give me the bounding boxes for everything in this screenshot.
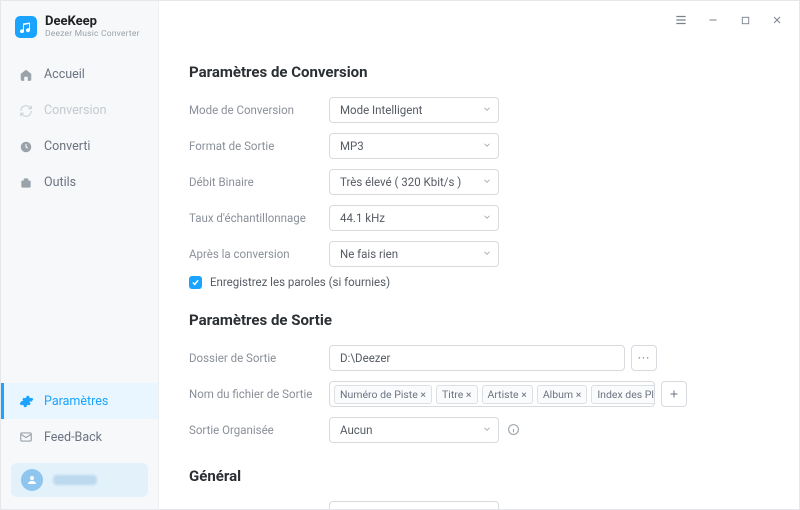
tag-track-number[interactable]: Numéro de Piste × — [334, 385, 432, 404]
sidebar-nav: Accueil Conversion Converti Outils — [1, 57, 158, 201]
chevron-down-icon — [482, 139, 492, 153]
filename-tagbox[interactable]: Numéro de Piste × Titre × Artiste × Albu… — [329, 381, 655, 407]
label-format: Format de Sortie — [189, 139, 329, 153]
select-organized[interactable]: Aucun — [329, 417, 499, 443]
label-organized: Sortie Organisée — [189, 423, 329, 437]
section-output: Paramètres de Sortie Dossier de Sortie D… — [189, 311, 769, 445]
select-value: Claire — [340, 507, 369, 509]
checkbox-save-lyrics[interactable] — [189, 276, 202, 289]
select-format[interactable]: MP3 — [329, 133, 499, 159]
section-general: Général Apparence Claire — [189, 467, 769, 509]
sidebar-item-settings[interactable]: Paramètres — [1, 383, 158, 419]
toolbox-icon — [18, 175, 34, 191]
menu-icon[interactable] — [671, 10, 691, 30]
home-icon — [18, 67, 34, 83]
sidebar-item-converted[interactable]: Converti — [1, 129, 158, 165]
select-value: MP3 — [340, 139, 364, 153]
brand: DeeKeep Deezer Music Converter — [1, 1, 158, 53]
checkbox-label: Enregistrez les paroles (si fournies) — [210, 275, 390, 289]
sidebar-item-feedback[interactable]: Feed-Back — [1, 419, 158, 455]
chevron-down-icon — [482, 247, 492, 261]
select-bitrate[interactable]: Très élevé ( 320 Kbit/s ) — [329, 169, 499, 195]
sidebar-item-label: Converti — [44, 139, 90, 154]
refresh-icon — [18, 103, 34, 119]
app-logo-icon — [15, 16, 37, 38]
app-name: DeeKeep — [45, 15, 140, 28]
label-samplerate: Taux d'échantillonnage — [189, 211, 329, 225]
profile-chip[interactable] — [11, 463, 148, 497]
section-title-output: Paramètres de Sortie — [189, 311, 769, 329]
add-tag-button[interactable] — [661, 381, 687, 407]
close-icon[interactable] — [767, 10, 787, 30]
maximize-icon[interactable] — [735, 10, 755, 30]
chevron-down-icon — [482, 507, 492, 509]
main-content: Paramètres de Conversion Mode de Convers… — [159, 1, 799, 509]
sidebar-item-label: Accueil — [44, 67, 85, 82]
sidebar-item-home[interactable]: Accueil — [1, 57, 158, 93]
tag-artist[interactable]: Artiste × — [482, 385, 533, 404]
section-title-conversion: Paramètres de Conversion — [189, 63, 769, 81]
gear-icon — [18, 393, 34, 409]
app-subtitle: Deezer Music Converter — [45, 30, 140, 39]
input-output-folder[interactable]: D:\Deezer — [329, 345, 625, 371]
browse-button[interactable]: ··· — [631, 345, 657, 371]
section-conversion: Paramètres de Conversion Mode de Convers… — [189, 63, 769, 289]
minimize-icon[interactable] — [703, 10, 723, 30]
select-value: Ne fais rien — [340, 247, 398, 261]
select-mode[interactable]: Mode Intelligent — [329, 97, 499, 123]
select-value: Aucun — [340, 423, 373, 437]
sidebar-item-tools[interactable]: Outils — [1, 165, 158, 201]
profile-name-blurred — [53, 475, 97, 485]
label-appearance: Apparence — [189, 507, 329, 509]
tag-album[interactable]: Album × — [537, 385, 588, 404]
select-value: 44.1 kHz — [340, 211, 385, 225]
label-filename: Nom du fichier de Sortie — [189, 387, 329, 401]
input-value: D:\Deezer — [340, 351, 390, 365]
select-value: Mode Intelligent — [340, 103, 422, 117]
avatar-icon — [21, 469, 43, 491]
label-bitrate: Débit Binaire — [189, 175, 329, 189]
tag-playlist-index[interactable]: Index des Playli — [591, 385, 655, 404]
info-icon[interactable] — [507, 421, 520, 440]
label-after: Après la conversion — [189, 247, 329, 261]
clock-icon — [18, 139, 34, 155]
sidebar-item-label: Paramètres — [44, 394, 108, 409]
label-folder: Dossier de Sortie — [189, 351, 329, 365]
chevron-down-icon — [482, 103, 492, 117]
chevron-down-icon — [482, 423, 492, 437]
sidebar-item-label: Conversion — [44, 103, 107, 118]
select-appearance[interactable]: Claire — [329, 501, 499, 509]
mail-icon — [18, 429, 34, 445]
tag-title[interactable]: Titre × — [436, 385, 478, 404]
select-samplerate[interactable]: 44.1 kHz — [329, 205, 499, 231]
select-value: Très élevé ( 320 Kbit/s ) — [340, 175, 461, 189]
sidebar: DeeKeep Deezer Music Converter Accueil C… — [1, 1, 159, 509]
sidebar-item-conversion[interactable]: Conversion — [1, 93, 158, 129]
window-controls — [671, 1, 799, 39]
sidebar-item-label: Outils — [44, 175, 76, 190]
chevron-down-icon — [482, 175, 492, 189]
section-title-general: Général — [189, 467, 769, 485]
sidebar-item-label: Feed-Back — [44, 430, 102, 445]
chevron-down-icon — [482, 211, 492, 225]
label-mode: Mode de Conversion — [189, 103, 329, 117]
select-after[interactable]: Ne fais rien — [329, 241, 499, 267]
